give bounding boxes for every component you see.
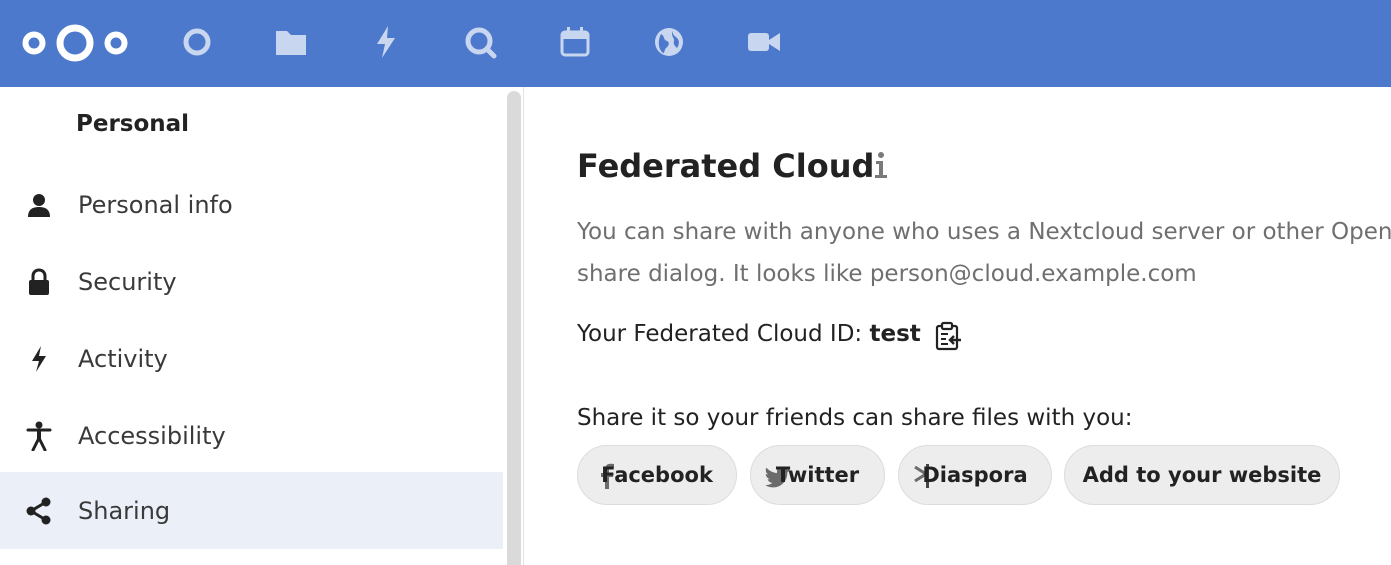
sidebar-item-activity[interactable]: Activity [0, 320, 503, 397]
bolt-icon [24, 344, 54, 374]
nextcloud-logo[interactable] [20, 21, 130, 65]
sidebar-item-label: Activity [78, 344, 168, 373]
calendar-icon[interactable] [558, 24, 592, 60]
button-label: Facebook [601, 463, 713, 487]
button-label: Add to your website [1082, 463, 1322, 487]
lock-icon [24, 267, 54, 297]
info-icon[interactable] [870, 151, 892, 179]
description-line: You can share with anyone who uses a Nex… [577, 219, 1391, 245]
activity-icon[interactable] [369, 24, 403, 60]
sidebar-heading: Personal [76, 111, 190, 137]
federated-cloud-id: Your Federated Cloud ID: test [577, 321, 921, 347]
dashboard-icon[interactable] [180, 24, 214, 60]
sidebar-item-label: Sharing [78, 496, 171, 525]
sidebar-item-label: Accessibility [78, 421, 226, 450]
video-icon[interactable] [747, 24, 781, 60]
sidebar-scrollbar-thumb[interactable] [507, 91, 521, 565]
top-header [0, 0, 1391, 87]
button-label: Twitter [775, 463, 860, 487]
diaspora-share-button[interactable]: Diaspora [898, 445, 1052, 505]
accessibility-icon [24, 421, 54, 451]
main-content: Federated Cloud You can share with anyon… [524, 87, 1391, 565]
sidebar-item-security[interactable]: Security [0, 243, 503, 320]
add-to-website-button[interactable]: Add to your website [1064, 445, 1340, 505]
section-title: Federated Cloud [577, 147, 875, 185]
cloud-id-value: test [869, 321, 921, 347]
description-line: share dialog. It looks like person@cloud… [577, 261, 1197, 287]
sidebar-item-label: Personal info [78, 190, 233, 219]
cloud-id-label: Your Federated Cloud ID: [577, 321, 870, 347]
user-icon [24, 190, 54, 220]
files-icon[interactable] [274, 24, 308, 60]
settings-sidebar: Personal Personal info Security Activity… [0, 87, 504, 565]
share-icon [24, 496, 54, 526]
clipboard-copy-icon[interactable] [934, 321, 964, 351]
sidebar-item-sharing[interactable]: Sharing [0, 472, 503, 549]
facebook-share-button[interactable]: Facebook [577, 445, 737, 505]
twitter-share-button[interactable]: Twitter [750, 445, 885, 505]
sidebar-item-accessibility[interactable]: Accessibility [0, 397, 503, 474]
button-label: Diaspora [922, 463, 1028, 487]
globe-icon[interactable] [652, 24, 686, 60]
section-description: You can share with anyone who uses a Nex… [577, 211, 1391, 295]
search-icon[interactable] [463, 24, 497, 60]
sidebar-item-label: Security [78, 267, 177, 296]
sidebar-item-personal-info[interactable]: Personal info [0, 166, 503, 243]
share-prompt: Share it so your friends can share files… [577, 405, 1133, 431]
